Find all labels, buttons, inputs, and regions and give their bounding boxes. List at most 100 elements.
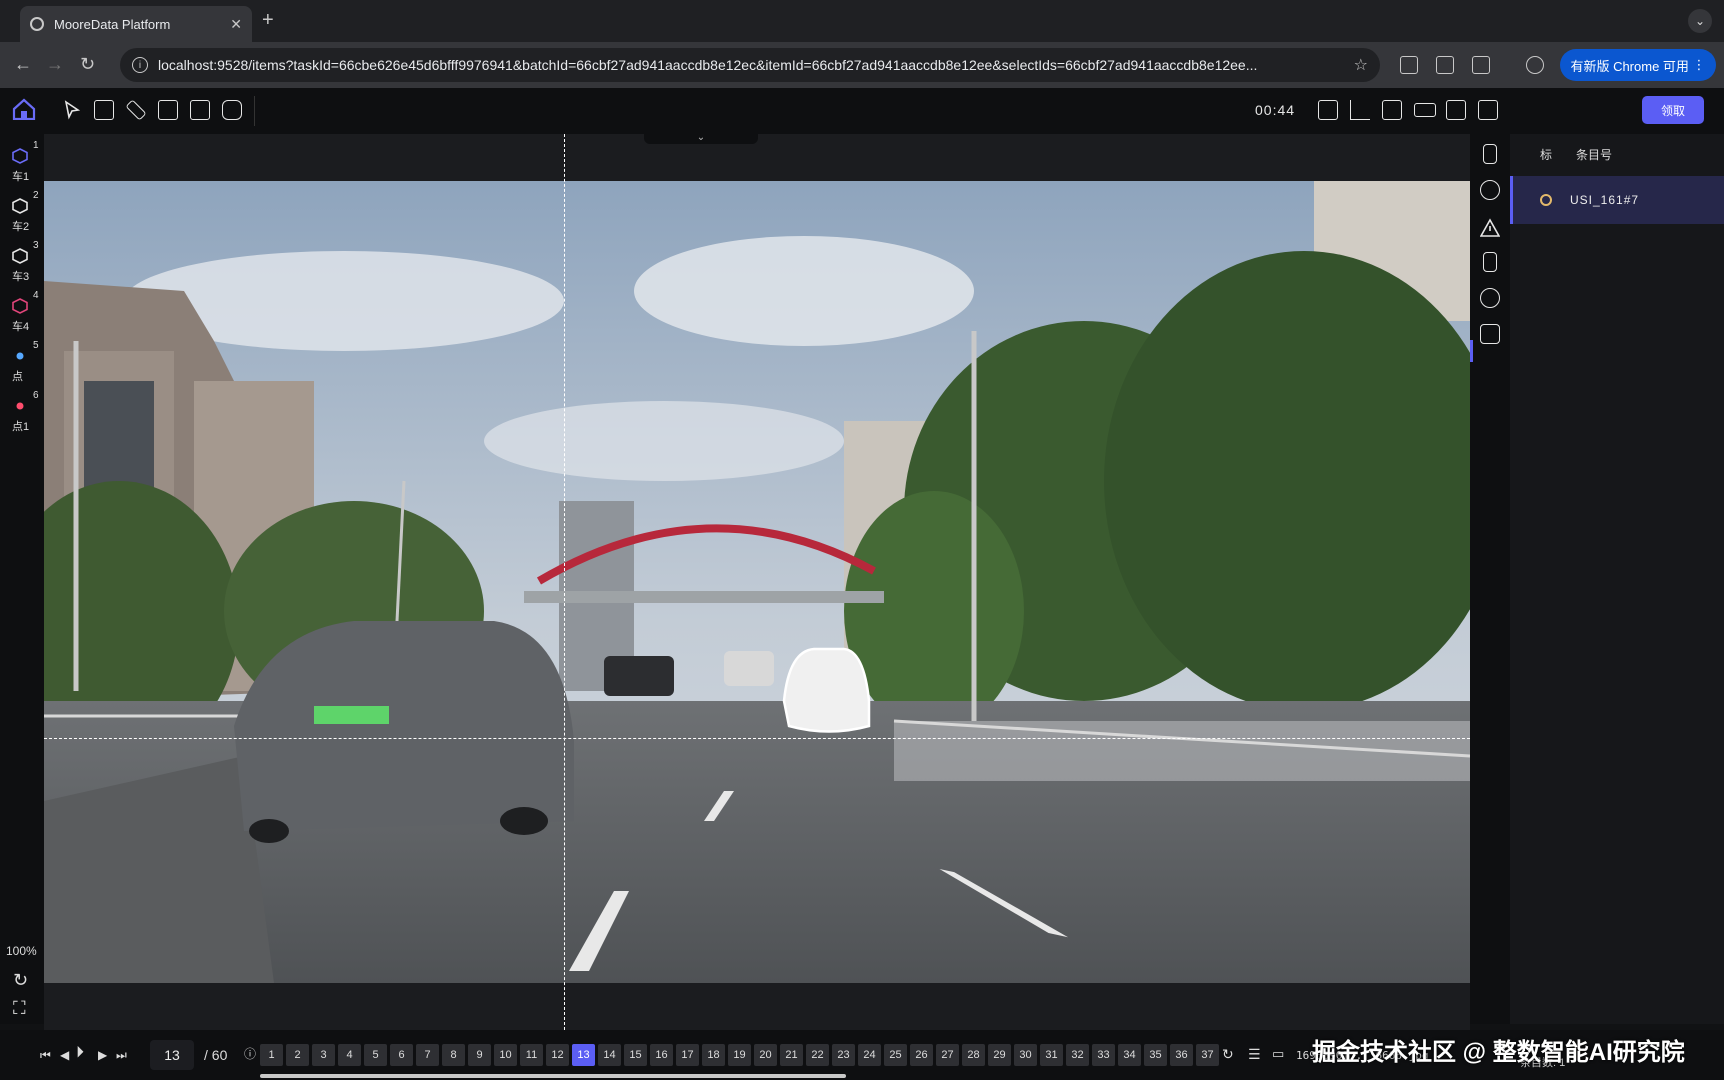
tab-search-icon[interactable]: ⌄ [1688,9,1712,33]
class-item[interactable]: 6 点1 [0,384,44,434]
select-pointer-icon[interactable] [62,100,82,120]
fullscreen-icon[interactable]: ⛶ [13,998,26,1019]
class-item[interactable]: 3 车3 [0,234,44,284]
frame-button[interactable]: 33 [1092,1044,1115,1066]
frame-button[interactable]: 22 [806,1044,829,1066]
frame-button[interactable]: 31 [1040,1044,1063,1066]
split-view-icon[interactable] [158,100,178,120]
extensions-puzzle-icon[interactable] [1472,56,1490,74]
frame-button[interactable]: 12 [546,1044,569,1066]
next-frame-icon[interactable]: ▶ [98,1048,107,1062]
frame-button[interactable]: 11 [520,1044,543,1066]
frame-button[interactable]: 16 [650,1044,673,1066]
back-icon[interactable]: ← [14,54,32,75]
watermark: 掘金技术社区 @ 整数智能AI研究院 [1312,1039,1685,1066]
frame-button[interactable]: 10 [494,1044,517,1066]
close-tab-icon[interactable]: ✕ [230,16,242,33]
address-bar[interactable]: i localhost:9528/items?taskId=66cbe626e4… [120,48,1380,82]
frame-button[interactable]: 1 [260,1044,283,1066]
crosshair-vertical [564,134,565,1030]
frame-button[interactable]: 29 [988,1044,1011,1066]
bookmark-star-icon[interactable]: ☆ [1354,55,1368,75]
frame-list: 1 2 3 4 5 6 7 8 9 10 11 12 13 14 15 16 17 18 19 20 21 22 23 24 2… [260,1044,1219,1066]
frame-button[interactable]: 9 [468,1044,491,1066]
frame-button[interactable]: 6 [390,1044,413,1066]
sync-icon[interactable]: ↻ [1222,1046,1234,1063]
extension-icon[interactable] [1400,56,1418,74]
frame-button[interactable]: 2 [286,1044,309,1066]
class-item[interactable]: 4 车4 [0,284,44,334]
frame-button[interactable]: 13 [572,1044,595,1066]
class-item[interactable]: 5点 [0,334,44,384]
chart-icon[interactable] [1350,100,1370,120]
last-frame-icon[interactable]: ⏭ [116,1048,127,1063]
forward-icon[interactable]: → [46,54,64,75]
frame-button[interactable]: 34 [1118,1044,1141,1066]
class-item[interactable]: 2 车2 [0,184,44,234]
class-item[interactable]: 1 车1 [0,134,44,184]
frame-button[interactable]: 23 [832,1044,855,1066]
annotation-canvas[interactable]: ⌄ [44,133,1470,1030]
auto-annotate-icon[interactable] [222,100,242,120]
panel-icon[interactable] [1446,100,1466,120]
item-list-icon[interactable] [1480,324,1500,344]
site-info-icon[interactable]: i [132,57,148,73]
frame-button[interactable]: 36 [1170,1044,1193,1066]
frame-button[interactable]: 28 [962,1044,985,1066]
chrome-update-button[interactable]: 有新版 Chrome 可用 ⋮ [1560,49,1716,81]
list-item[interactable]: USI_161#7 [1510,176,1724,224]
cuboid-tool-icon[interactable] [190,100,210,120]
frame-button[interactable]: 8 [442,1044,465,1066]
frame-button[interactable]: 25 [884,1044,907,1066]
frame-button[interactable]: 35 [1144,1044,1167,1066]
frame-button[interactable]: 18 [702,1044,725,1066]
frame-button[interactable]: 15 [624,1044,647,1066]
new-tab-icon[interactable]: + [262,9,274,32]
bookmark-icon[interactable] [1483,144,1497,164]
home-icon[interactable] [12,98,36,120]
reset-view-icon[interactable]: ↻ [13,970,28,991]
reload-icon[interactable]: ↻ [80,54,95,75]
extension-icon[interactable] [1436,56,1454,74]
frame-button[interactable]: 20 [754,1044,777,1066]
frame-button[interactable]: 27 [936,1044,959,1066]
frame-button[interactable]: 37 [1196,1044,1219,1066]
polygon-tool-icon[interactable] [94,100,114,120]
frame-info-icon[interactable]: ⓘ [244,1045,256,1062]
frame-button[interactable]: 3 [312,1044,335,1066]
settings-gear-icon[interactable] [1480,180,1500,200]
frame-button[interactable]: 7 [416,1044,439,1066]
current-frame-input[interactable]: 13 [150,1040,194,1070]
comment-icon[interactable] [1480,288,1500,308]
folder-icon[interactable]: ▭ [1272,1046,1284,1062]
chrome-update-label: 有新版 Chrome 可用 [1570,58,1689,74]
invalid-mark-icon[interactable] [1483,252,1497,272]
frame-button[interactable]: 5 [364,1044,387,1066]
browser-tab[interactable]: MooreData Platform ✕ [20,6,252,42]
play-icon[interactable]: ⏵ [76,1044,84,1062]
frame-button[interactable]: 24 [858,1044,881,1066]
frame-list-scrollbar[interactable] [260,1074,846,1078]
profile-avatar-icon[interactable] [1526,56,1544,74]
frame-button[interactable]: 14 [598,1044,621,1066]
lock-icon[interactable] [1318,100,1338,120]
frame-button[interactable]: 4 [338,1044,361,1066]
claim-button[interactable]: 领取 [1642,96,1704,124]
list-icon[interactable]: ☰ [1248,1046,1261,1063]
frame-button[interactable]: 30 [1014,1044,1037,1066]
prev-frame-icon[interactable]: ◀ [60,1048,69,1062]
canvas-collapse-tab[interactable]: ⌄ [644,133,758,144]
document-icon[interactable] [1382,100,1402,120]
road-scene-image[interactable] [44,181,1470,983]
ruler-tool-icon[interactable] [125,99,147,121]
frame-button[interactable]: 19 [728,1044,751,1066]
warning-icon[interactable] [1480,218,1500,238]
frame-button[interactable]: 26 [910,1044,933,1066]
class-label: 车1 [12,171,30,183]
frame-button[interactable]: 32 [1066,1044,1089,1066]
frame-button[interactable]: 21 [780,1044,803,1066]
frame-button[interactable]: 17 [676,1044,699,1066]
first-frame-icon[interactable]: ⏮ [40,1048,51,1063]
comments-icon[interactable] [1478,100,1498,120]
keyboard-icon[interactable] [1414,103,1436,117]
